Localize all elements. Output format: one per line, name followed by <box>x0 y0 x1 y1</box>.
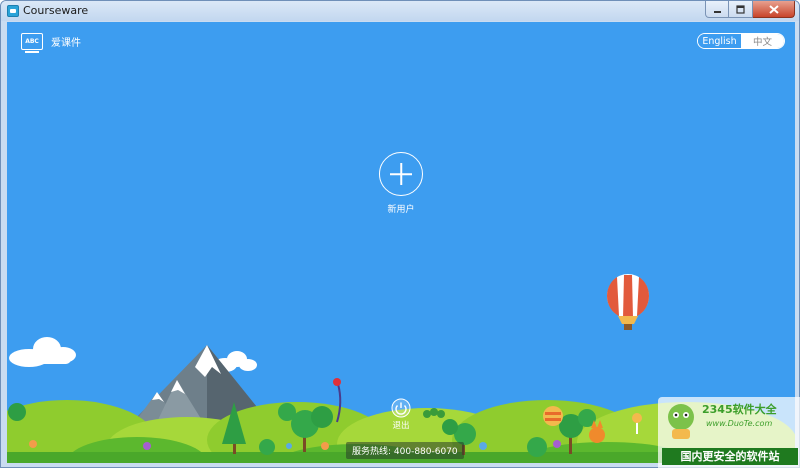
new-user-label: 新用户 <box>387 205 415 215</box>
title-bar[interactable]: Courseware <box>1 1 799 21</box>
exit-label: 退出 <box>392 421 410 431</box>
mascot-icon <box>668 404 694 439</box>
power-icon <box>391 398 411 418</box>
minimize-button[interactable] <box>705 1 729 18</box>
close-button[interactable] <box>753 1 795 18</box>
close-icon <box>768 4 779 14</box>
app-name: 爱课件 <box>51 38 81 49</box>
abc-board-icon: ABC <box>21 33 43 53</box>
plus-icon <box>379 152 423 196</box>
watermark: 2345软件大全 www.DuoTe.com 国内更安全的软件站 <box>658 397 800 468</box>
maximize-icon <box>736 4 745 14</box>
language-option-english[interactable]: English <box>698 34 741 48</box>
watermark-brand: 2345软件大全 <box>702 403 777 416</box>
language-option-chinese[interactable]: 中文 <box>741 34 784 48</box>
watermark-url: www.DuoTe.com <box>706 419 773 428</box>
minimize-icon <box>713 10 721 13</box>
maximize-button[interactable] <box>729 1 753 18</box>
language-toggle[interactable]: English 中文 <box>697 33 785 49</box>
window-title: Courseware <box>23 4 89 17</box>
watermark-slogan: 国内更安全的软件站 <box>662 448 798 465</box>
app-logo: ABC 爱课件 <box>21 33 81 53</box>
exit-button[interactable]: 退出 <box>389 398 413 431</box>
new-user-button[interactable]: 新用户 <box>379 152 423 215</box>
cloud <box>9 337 76 367</box>
window-controls <box>705 1 795 19</box>
hot-air-balloon <box>606 274 650 330</box>
service-hotline: 服务热线: 400-880-6070 <box>346 442 464 459</box>
striped-ball <box>543 406 563 426</box>
app-icon <box>7 5 19 17</box>
